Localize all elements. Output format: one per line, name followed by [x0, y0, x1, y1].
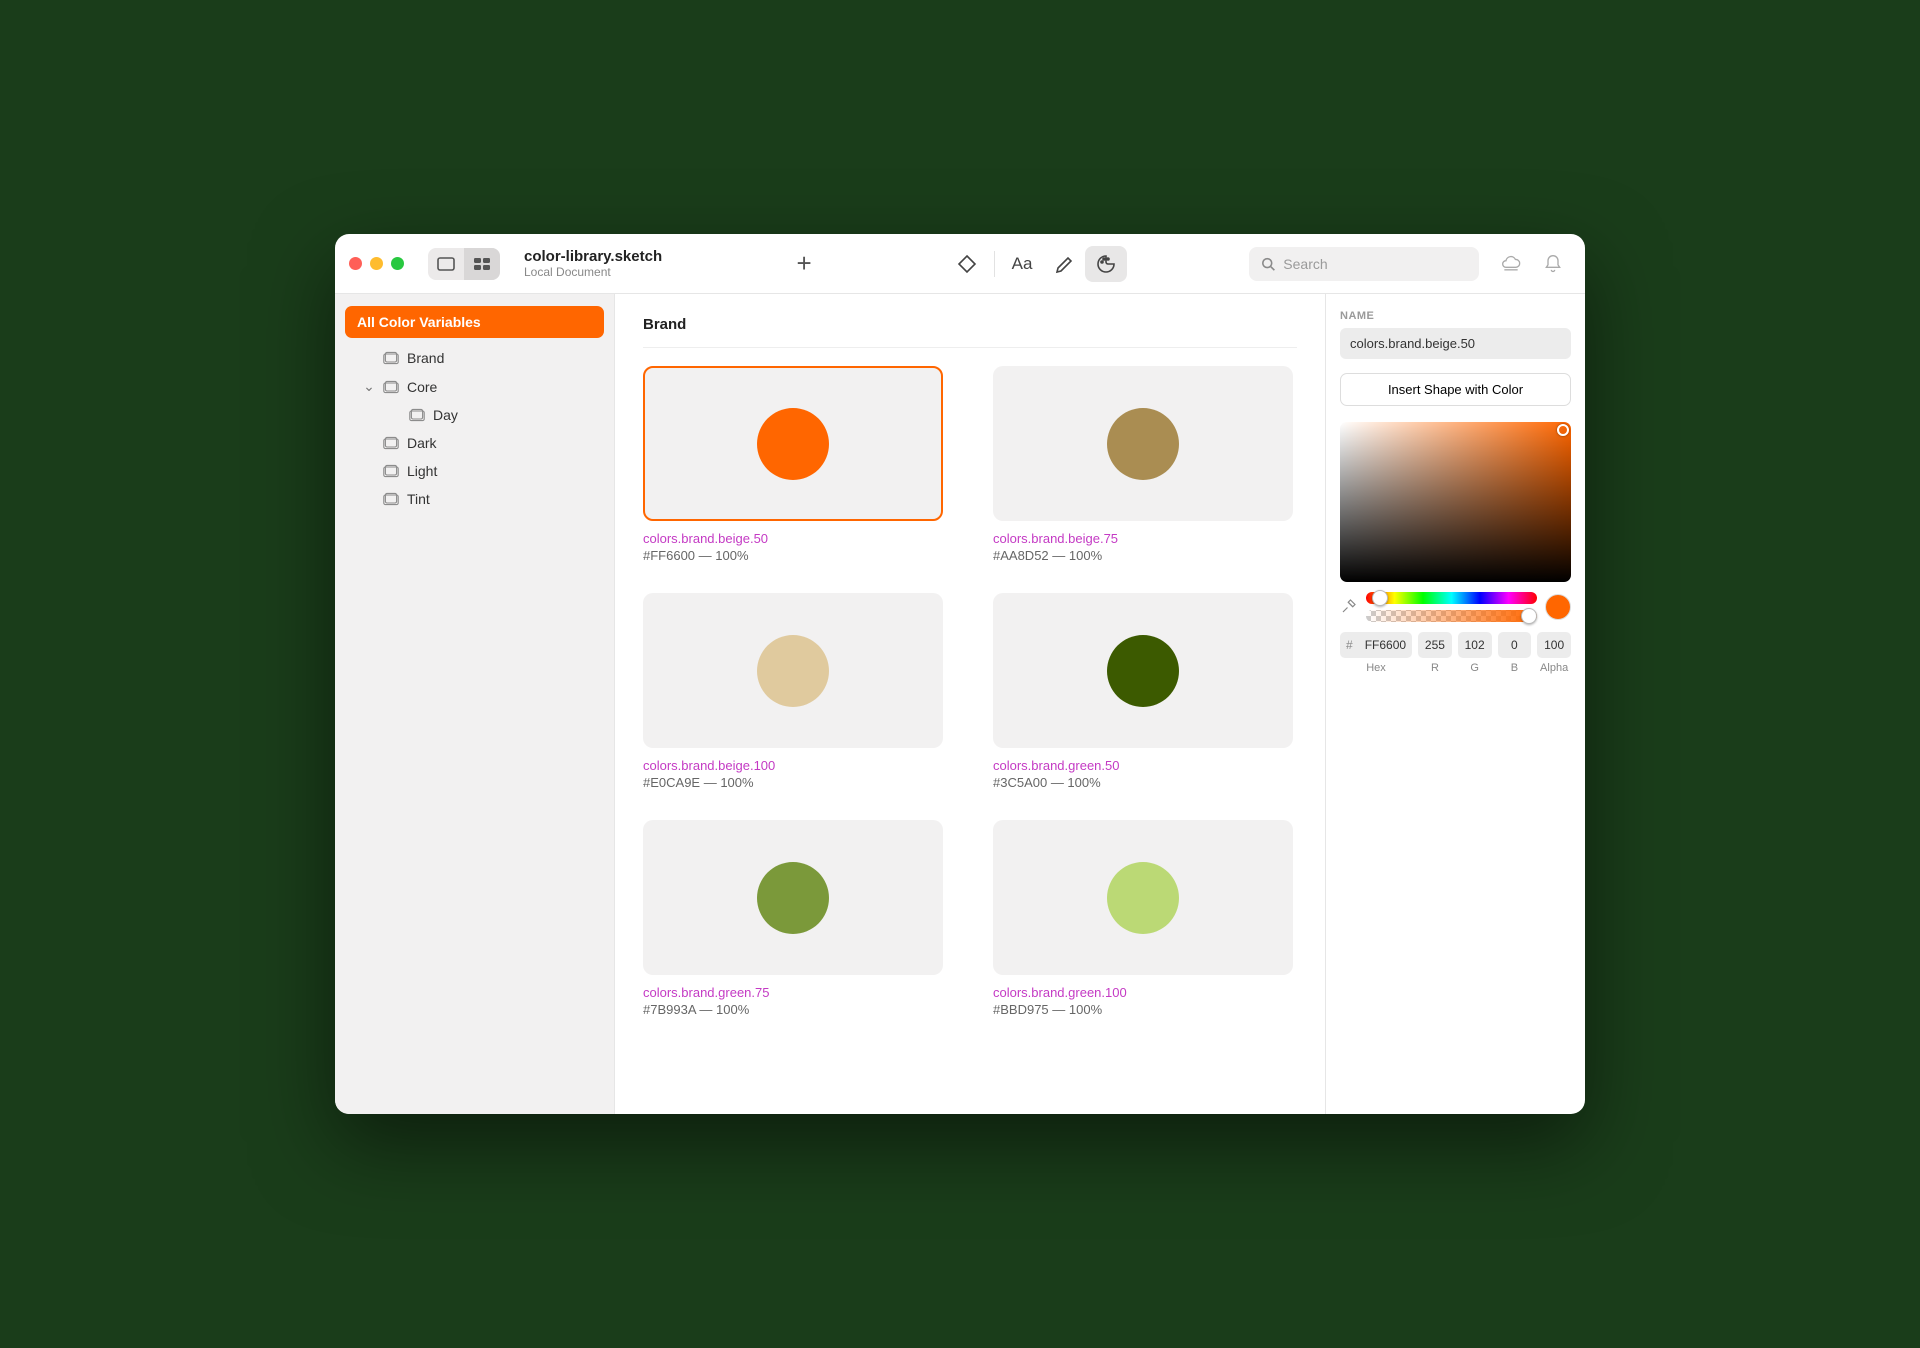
- color-meta: #AA8D52 — 100%: [993, 548, 1293, 563]
- inspector-panel: NAME colors.brand.beige.50 Insert Shape …: [1325, 294, 1585, 1114]
- document-title: color-library.sketch: [524, 248, 662, 265]
- symbols-icon[interactable]: [946, 246, 988, 282]
- color-field[interactable]: [1340, 422, 1571, 582]
- zoom-window[interactable]: [391, 257, 404, 270]
- search-box[interactable]: [1249, 247, 1479, 281]
- color-variables-icon[interactable]: [1085, 246, 1127, 282]
- r-field[interactable]: 255: [1418, 632, 1452, 658]
- sidebar-all-color-variables[interactable]: All Color Variables: [345, 306, 604, 338]
- sidebar-item-label: Dark: [407, 435, 437, 451]
- sidebar-item-label: Day: [433, 407, 458, 423]
- document-title-block: color-library.sketch Local Document: [524, 248, 662, 279]
- view-grid-icon[interactable]: [464, 248, 500, 280]
- close-window[interactable]: [349, 257, 362, 270]
- text-styles-icon[interactable]: Aa: [1001, 246, 1043, 282]
- color-card[interactable]: colors.brand.green.100 #BBD975 — 100%: [993, 820, 1293, 1017]
- sidebar-item-label: Tint: [407, 491, 430, 507]
- search-icon: [1261, 256, 1275, 272]
- app-window: color-library.sketch Local Document + Aa: [335, 234, 1585, 1114]
- swatch-box: [643, 593, 943, 748]
- swatch-circle: [757, 862, 829, 934]
- color-card[interactable]: colors.brand.green.50 #3C5A00 — 100%: [993, 593, 1293, 790]
- swatch-circle: [1107, 408, 1179, 480]
- color-name: colors.brand.green.100: [993, 985, 1293, 1000]
- search-input[interactable]: [1283, 256, 1467, 272]
- insert-shape-with-color-button[interactable]: Insert Shape with Color: [1340, 373, 1571, 406]
- view-single-icon[interactable]: [428, 248, 464, 280]
- titlebar: color-library.sketch Local Document + Aa: [335, 234, 1585, 294]
- swatch-box: [643, 820, 943, 975]
- swatch-circle: [757, 408, 829, 480]
- swatch-box: [993, 593, 1293, 748]
- color-card[interactable]: colors.brand.green.75 #7B993A — 100%: [643, 820, 943, 1017]
- view-mode-segmented: [428, 248, 500, 280]
- swatch-box: [993, 820, 1293, 975]
- sidebar-item-dark[interactable]: Dark: [345, 429, 604, 457]
- sidebar-item-core[interactable]: ⌄Core: [345, 372, 604, 401]
- swatch-box: [993, 366, 1293, 521]
- color-meta: #BBD975 — 100%: [993, 1002, 1293, 1017]
- main-canvas: Brand colors.brand.beige.50 #FF6600 — 100…: [615, 294, 1325, 1114]
- sidebar-item-day[interactable]: Day: [345, 401, 604, 429]
- sidebar-item-label: Light: [407, 463, 437, 479]
- cloud-status-icon[interactable]: [1493, 246, 1529, 282]
- inspector-name-label: NAME: [1340, 310, 1571, 322]
- color-name: colors.brand.green.50: [993, 758, 1293, 773]
- minimize-window[interactable]: [370, 257, 383, 270]
- hue-slider[interactable]: [1366, 592, 1537, 604]
- b-field[interactable]: 0: [1498, 632, 1532, 658]
- hue-knob[interactable]: [1372, 590, 1388, 606]
- sidebar: All Color Variables Brand ⌄Core Day Dark Lig…: [335, 294, 615, 1114]
- layer-styles-icon[interactable]: [1043, 246, 1085, 282]
- sidebar-item-label: Brand: [407, 350, 444, 366]
- swatch-box: [643, 366, 943, 521]
- sidebar-item-brand[interactable]: Brand: [345, 344, 604, 372]
- alpha-knob[interactable]: [1521, 608, 1537, 624]
- hex-field[interactable]: FF6600: [1359, 632, 1412, 658]
- color-name: colors.brand.beige.100: [643, 758, 943, 773]
- notifications-icon[interactable]: [1535, 246, 1571, 282]
- g-field[interactable]: 102: [1458, 632, 1492, 658]
- traffic-lights: [349, 257, 414, 270]
- sidebar-item-label: Core: [407, 379, 437, 395]
- color-meta: #E0CA9E — 100%: [643, 775, 943, 790]
- component-type-tabs: Aa: [946, 246, 1127, 282]
- sidebar-item-light[interactable]: Light: [345, 457, 604, 485]
- color-meta: #FF6600 — 100%: [643, 548, 943, 563]
- section-title: Brand: [643, 316, 1297, 348]
- eyedropper-icon[interactable]: [1340, 597, 1358, 618]
- inspector-name-field[interactable]: colors.brand.beige.50: [1340, 328, 1571, 359]
- color-card[interactable]: colors.brand.beige.100 #E0CA9E — 100%: [643, 593, 943, 790]
- swatch-circle: [757, 635, 829, 707]
- color-card[interactable]: colors.brand.beige.50 #FF6600 — 100%: [643, 366, 943, 563]
- color-name: colors.brand.green.75: [643, 985, 943, 1000]
- color-meta: #7B993A — 100%: [643, 1002, 943, 1017]
- swatch-circle: [1107, 635, 1179, 707]
- color-field-cursor[interactable]: [1557, 424, 1569, 436]
- swatch-circle: [1107, 862, 1179, 934]
- alpha-slider[interactable]: [1366, 610, 1537, 622]
- sidebar-item-tint[interactable]: Tint: [345, 485, 604, 513]
- color-meta: #3C5A00 — 100%: [993, 775, 1293, 790]
- document-subtitle: Local Document: [524, 265, 662, 279]
- alpha-field[interactable]: 100: [1537, 632, 1571, 658]
- color-card[interactable]: colors.brand.beige.75 #AA8D52 — 100%: [993, 366, 1293, 563]
- current-color-preview: [1545, 594, 1571, 620]
- color-name: colors.brand.beige.75: [993, 531, 1293, 546]
- color-name: colors.brand.beige.50: [643, 531, 943, 546]
- add-button[interactable]: +: [784, 244, 824, 284]
